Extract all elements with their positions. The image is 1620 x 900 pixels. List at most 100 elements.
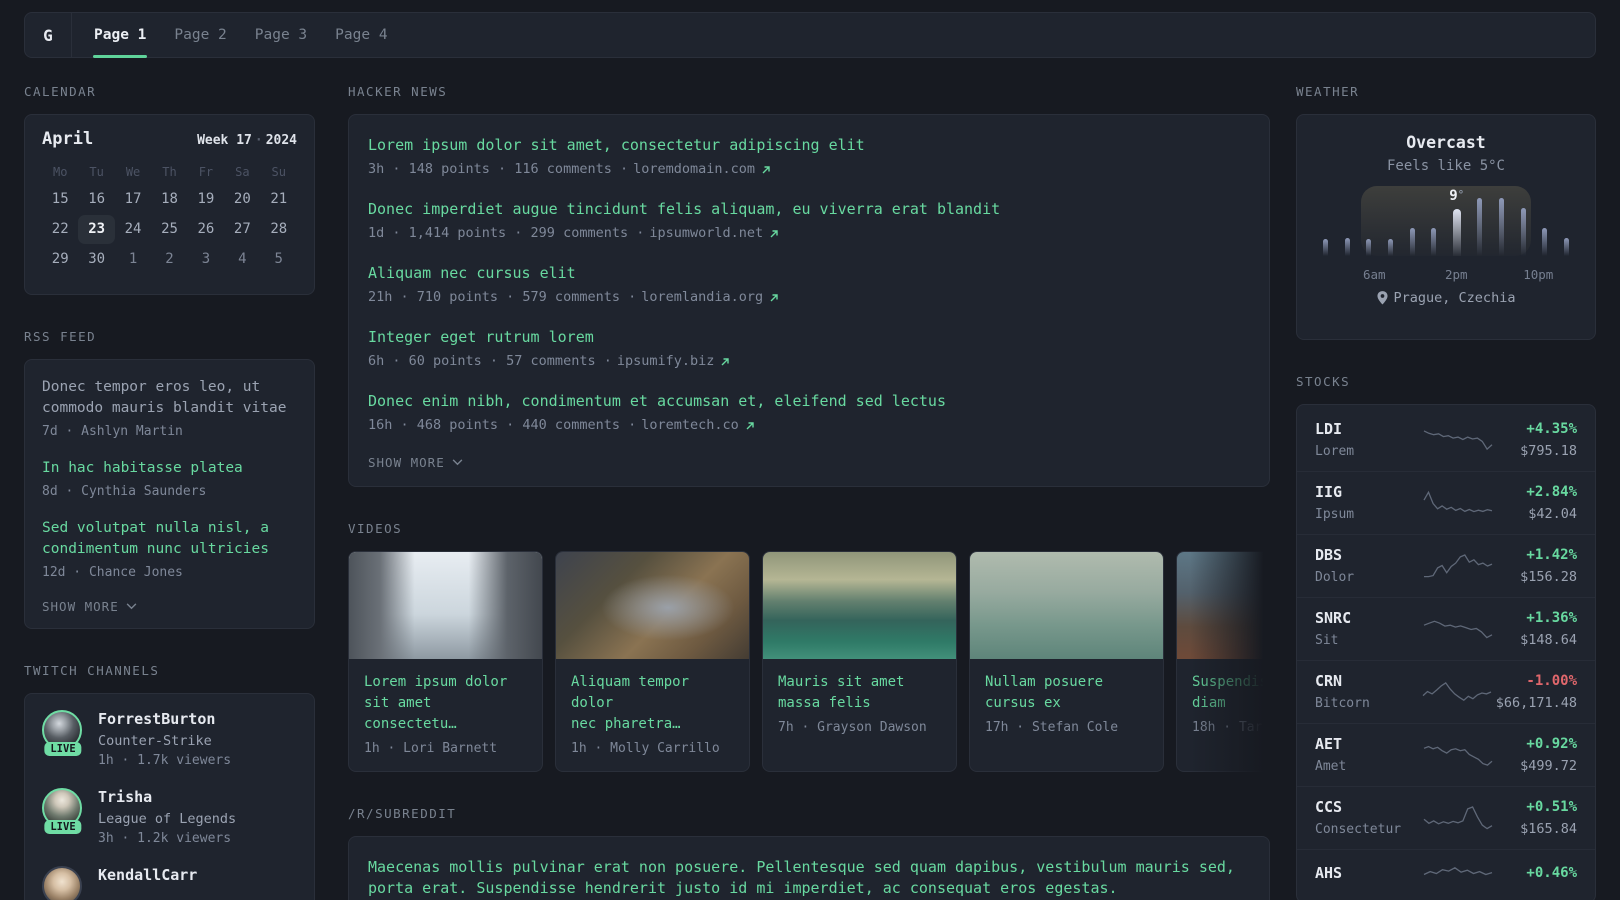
stock-row[interactable]: AHS +0.46% [1297,849,1595,898]
hn-item[interactable]: Donec imperdiet augue tincidunt felis al… [368,199,1250,243]
hn-item-meta-text: 3h · 148 points · 116 comments · [368,161,629,177]
stock-name: Lorem [1315,444,1355,459]
twitch-channel-meta: 1h · 1.7k viewers [98,753,232,768]
twitch-channel-row[interactable]: LIVE ForrestBurton Counter-Strike 1h · 1.7k… [42,710,297,770]
location-pin-icon [1376,291,1388,305]
stock-row[interactable]: DBS Dolor +1.42% $156.28 [1297,534,1595,597]
rss-item-title[interactable]: In hac habitasse platea [42,458,297,479]
stocks-section: STOCKS LDI Lorem +4.35% $795.18 IIG Ipsum +2.8… [1296,374,1596,900]
rss-item[interactable]: Donec tempor eros leo, ut commodo mauris… [42,377,297,441]
nav-tab-page-1[interactable]: Page 1 [80,13,160,58]
hn-item-title[interactable]: Aliquam nec cursus elit [368,263,1250,284]
hn-item-source[interactable]: loremlandia.org [641,288,763,307]
twitch-channel-name[interactable]: ForrestBurton [98,710,231,729]
rss-item[interactable]: In hac habitasse platea 8d · Cynthia Saun… [42,458,297,501]
stock-ticker[interactable]: AHS [1315,863,1419,883]
subreddit-item-title[interactable]: Maecenas mollis pulvinar erat non posuer… [368,857,1250,899]
video-title[interactable]: Nullam posuere cursus ex [985,672,1148,714]
hn-item-meta-text: 6h · 60 points · 57 comments · [368,353,612,369]
video-card[interactable]: Suspendisse diam 18h · Tara [1176,551,1270,772]
stock-change: +2.84% [1526,484,1577,500]
stock-row[interactable]: CRN Bitcorn -1.00% $66,171.48 [1297,660,1595,723]
stock-row[interactable]: AET Amet +0.92% $499.72 [1297,723,1595,786]
twitch-avatar-wrap [42,866,84,900]
stock-ticker[interactable]: DBS [1315,545,1419,565]
twitch-channel-name[interactable]: KendallCarr [98,866,197,885]
stock-change: +4.35% [1526,421,1577,437]
nav-tab-page-2[interactable]: Page 2 [160,13,240,57]
calendar-date: 24 [124,221,142,237]
video-thumbnail [763,552,956,659]
hn-item[interactable]: Integer eget rutrum lorem 6h · 60 points … [368,327,1250,371]
stock-values: +0.51% $165.84 [1497,797,1577,839]
rss-item[interactable]: Sed volutpat nulla nisl, a condimentum n… [42,518,297,582]
calendar-day-names: Mo Tu We Th Fr Sa Su [42,165,297,179]
weather-section-label: WEATHER [1296,84,1360,99]
hn-item[interactable]: Aliquam nec cursus elit 21h · 710 points … [368,263,1250,307]
rss-items: Donec tempor eros leo, ut commodo mauris… [42,377,297,582]
stock-ticker[interactable]: CCS [1315,797,1419,817]
stock-price: $156.28 [1520,569,1577,585]
hn-item-source[interactable]: loremtech.co [641,416,739,435]
right-column: WEATHER Overcast Feels like 5°C 9° 6am 2p… [1296,84,1596,900]
subreddit-list: Maecenas mollis pulvinar erat non posuer… [348,836,1270,900]
hn-item-title[interactable]: Donec imperdiet augue tincidunt felis al… [368,199,1250,220]
hn-item-meta-text: 21h · 710 points · 579 comments · [368,289,637,305]
calendar-day-name: Su [271,165,286,179]
hn-item-source[interactable]: ipsumify.biz [617,352,715,371]
stock-ticker[interactable]: SNRC [1315,608,1419,628]
hn-item-meta: 16h · 468 points · 440 comments · loremt… [368,416,1250,435]
stock-sparkline [1423,867,1493,876]
rss-show-more-button[interactable]: SHOW MORE [42,599,297,614]
nav-tab-page-4[interactable]: Page 4 [321,13,401,57]
hn-item-source[interactable]: ipsumworld.net [649,224,763,243]
weather-degree-symbol: ° [1457,188,1465,201]
twitch-channel-name[interactable]: Trisha [98,788,236,807]
video-thumbnail [349,552,542,659]
hacker-news-show-more-button[interactable]: SHOW MORE [368,455,1250,470]
twitch-channel-row[interactable]: KendallCarr [42,866,297,900]
video-title[interactable]: Aliquam tempor dolor nec pharetra… [571,672,734,735]
hn-item-title[interactable]: Donec enim nibh, condimentum et accumsan… [368,391,1250,412]
weather-bar [1520,208,1526,256]
stock-ticker[interactable]: CRN [1315,671,1418,691]
hn-item-title[interactable]: Lorem ipsum dolor sit amet, consectetur … [368,135,1250,156]
stock-ticker[interactable]: LDI [1315,419,1419,439]
video-title[interactable]: Mauris sit amet massa felis [778,672,941,714]
hn-item-meta: 6h · 60 points · 57 comments · ipsumify.… [368,352,1250,371]
left-column: CALENDAR April Week 17 · 2024 Mo Tu We Th Fr Sa… [24,84,315,900]
hn-item-source[interactable]: loremdomain.com [633,160,755,179]
stock-ticker[interactable]: AET [1315,734,1419,754]
calendar-date: 2 [165,251,174,267]
subreddit-section-label: /R/SUBREDDIT [348,806,457,821]
video-card[interactable]: Nullam posuere cursus ex 17h · Stefan Col… [969,551,1164,772]
subreddit-item[interactable]: Maecenas mollis pulvinar erat non posuer… [368,857,1250,900]
video-card[interactable]: Aliquam tempor dolor nec pharetra… 1h · M… [555,551,750,772]
stock-ticker[interactable]: IIG [1315,482,1419,502]
stock-row[interactable]: SNRC Sit +1.36% $148.64 [1297,597,1595,660]
stock-row[interactable]: CCS Consectetur +0.51% $165.84 [1297,786,1595,849]
stock-change: +0.51% [1526,799,1577,815]
nav-tab-page-3[interactable]: Page 3 [241,13,321,57]
rss-item-title[interactable]: Sed volutpat nulla nisl, a condimentum n… [42,518,297,560]
stock-name: Sit [1315,633,1339,648]
video-meta: 1h · Lori Barnett [364,741,498,756]
rss-item-title[interactable]: Donec tempor eros leo, ut commodo mauris… [42,377,297,419]
video-title[interactable]: Lorem ipsum dolor sit amet consectetu… [364,672,527,735]
hn-item[interactable]: Lorem ipsum dolor sit amet, consectetur … [368,135,1250,179]
hn-item[interactable]: Donec enim nibh, condimentum et accumsan… [368,391,1250,435]
weather-location: Prague, Czechia [1317,290,1575,306]
video-card[interactable]: Mauris sit amet massa felis 7h · Grayson … [762,551,957,772]
videos-carousel[interactable]: Lorem ipsum dolor sit amet consectetu… 1h… [348,551,1270,772]
calendar-date: 26 [197,221,215,237]
video-card[interactable]: Lorem ipsum dolor sit amet consectetu… 1h… [348,551,543,772]
video-title[interactable]: Suspendisse diam [1192,672,1270,714]
app-logo[interactable]: G [25,13,72,57]
stock-row[interactable]: IIG Ipsum +2.84% $42.04 [1297,471,1595,534]
twitch-channel-row[interactable]: LIVE Trisha League of Legends 3h · 1.2k vie… [42,788,297,848]
hn-item-title[interactable]: Integer eget rutrum lorem [368,327,1250,348]
calendar-date: 15 [51,191,69,207]
stock-name: Ipsum [1315,507,1355,522]
stock-row[interactable]: LDI Lorem +4.35% $795.18 [1297,409,1595,471]
weather-feels-like: Feels like 5°C [1386,158,1505,174]
